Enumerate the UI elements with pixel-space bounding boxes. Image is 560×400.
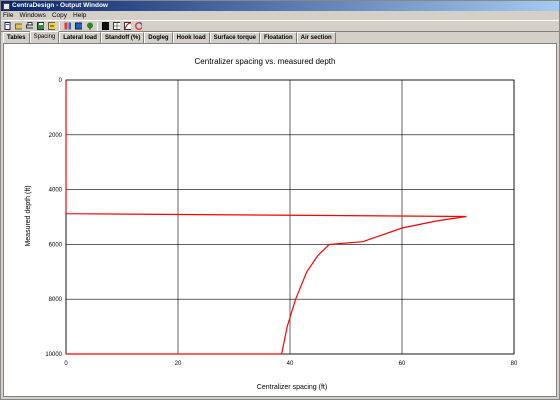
y-tick-label: 6000 (49, 242, 63, 248)
toolbar-separator-2 (97, 21, 98, 31)
tab-standoff[interactable]: Standoff (%) (100, 32, 145, 43)
x-tick-label: 40 (287, 361, 294, 367)
y-tick-label: 4000 (49, 188, 63, 194)
save-icon[interactable] (36, 22, 45, 31)
color-icon[interactable] (63, 22, 72, 31)
menu-bar: File Windows Copy Help (1, 11, 559, 20)
title-bar[interactable]: CentraDesign - Output Window (1, 1, 559, 11)
tab-strip: Tables Spacing Lateral load Standoff (%)… (3, 31, 336, 43)
export-icon[interactable] (47, 22, 56, 31)
toolbar (1, 20, 559, 32)
tab-hook-load[interactable]: Hook load (172, 32, 210, 43)
open-icon[interactable] (14, 22, 23, 31)
x-tick-label: 20 (175, 361, 182, 367)
tab-tables[interactable]: Tables (3, 32, 30, 43)
chart-icon[interactable] (74, 22, 83, 31)
y-axis-label: Measured depth (ft) (25, 185, 32, 246)
x-tick-label: 60 (399, 361, 406, 367)
y-tick-label: 2000 (49, 133, 63, 139)
menu-windows[interactable]: Windows (19, 11, 45, 20)
new-icon[interactable] (3, 22, 12, 31)
toolbar-separator (59, 21, 60, 31)
grid-layer (65, 79, 515, 355)
tick-labels: 0 20 40 60 80 0 2000 4000 6000 8000 10000 (45, 78, 518, 367)
x-axis-label: Centralizer spacing (ft) (257, 384, 327, 391)
x-tick-label: 0 (64, 361, 68, 367)
menu-help[interactable]: Help (73, 11, 86, 20)
tab-spacing[interactable]: Spacing (29, 31, 60, 43)
tab-surface-torque[interactable]: Surface torque (209, 32, 260, 43)
curve-icon[interactable] (123, 22, 132, 31)
y-tick-label: 8000 (49, 297, 63, 303)
series-line (65, 80, 467, 355)
y-tick-label: 0 (59, 78, 63, 84)
x-tick-label: 80 (511, 361, 518, 367)
y-tick-label: 10000 (45, 352, 62, 358)
tree-icon[interactable] (85, 22, 94, 31)
color-wheel-icon[interactable] (134, 22, 143, 31)
menu-copy[interactable]: Copy (52, 11, 67, 20)
monitor-icon[interactable] (101, 22, 110, 31)
menu-file[interactable]: File (3, 11, 13, 20)
chart-panel: Centralizer spacing vs. measured depth 0… (3, 43, 557, 397)
spacing-chart: Centralizer spacing vs. measured depth 0… (25, 57, 518, 391)
window-title: CentraDesign - Output Window (12, 2, 108, 9)
chart-title: Centralizer spacing vs. measured depth (195, 57, 336, 66)
tab-air-section[interactable]: Air section (296, 32, 336, 43)
grid-icon[interactable] (112, 22, 121, 31)
print-icon[interactable] (25, 22, 34, 31)
tab-floatation[interactable]: Floatation (259, 32, 297, 43)
output-window: CentraDesign - Output Window File Window… (0, 0, 560, 400)
app-icon (3, 2, 10, 10)
tab-lateral-load[interactable]: Lateral load (59, 32, 101, 43)
tab-dogleg[interactable]: Dogleg (144, 32, 173, 43)
